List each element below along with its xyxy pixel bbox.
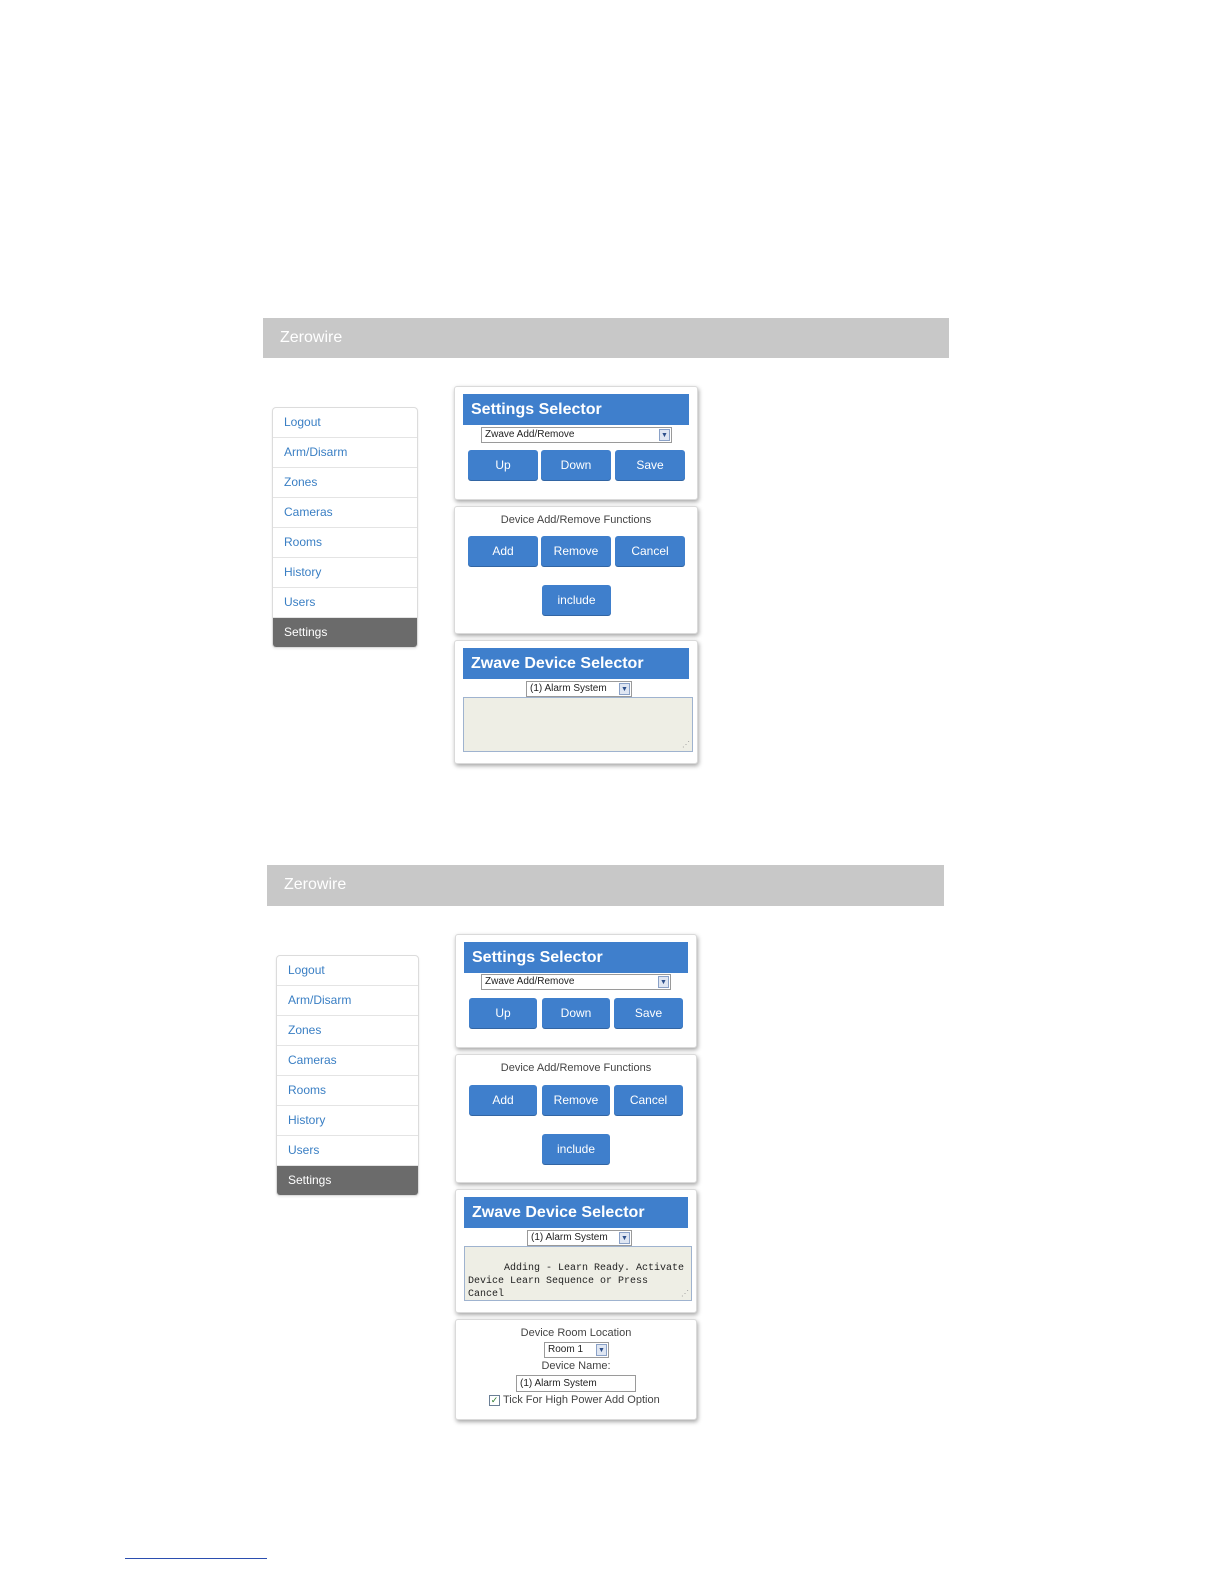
sidebar-item-rooms[interactable]: Rooms xyxy=(277,1076,418,1106)
device-details-panel: Device Room Location Room 1 ▼ Device Nam… xyxy=(455,1319,697,1420)
remove-button[interactable]: Remove xyxy=(542,1085,610,1116)
sidebar-item-users[interactable]: Users xyxy=(273,588,417,618)
settings-selector-title: Settings Selector xyxy=(464,942,688,973)
top-navbar: Zerowire xyxy=(267,865,944,906)
sidebar-item-cameras[interactable]: Cameras xyxy=(273,498,417,528)
brand-title[interactable]: Zerowire xyxy=(284,876,346,894)
device-name-input[interactable]: (1) Alarm System xyxy=(516,1375,636,1392)
sidebar-nav: Logout Arm/Disarm Zones Cameras Rooms Hi… xyxy=(272,407,418,648)
functions-title: Device Add/Remove Functions xyxy=(500,514,652,526)
device-name-label: Device Name: xyxy=(541,1360,611,1372)
brand-title[interactable]: Zerowire xyxy=(280,329,342,347)
sidebar-item-logout[interactable]: Logout xyxy=(273,408,417,438)
sidebar-nav: Logout Arm/Disarm Zones Cameras Rooms Hi… xyxy=(276,955,419,1196)
device-select[interactable]: (1) Alarm System ▼ xyxy=(526,681,632,697)
add-button[interactable]: Add xyxy=(468,536,538,567)
resize-grip-icon[interactable]: ⋰ xyxy=(681,1291,689,1299)
top-navbar: Zerowire xyxy=(263,318,949,358)
room-select-value: Room 1 xyxy=(548,1344,584,1355)
settings-select[interactable]: Zwave Add/Remove ▼ xyxy=(481,427,672,443)
device-log-text: Adding - Learn Ready. Activate Device Le… xyxy=(468,1263,685,1300)
settings-select-value: Zwave Add/Remove xyxy=(485,976,575,987)
settings-selector-panel: Settings Selector Zwave Add/Remove ▼ Up … xyxy=(454,386,698,500)
include-button[interactable]: include xyxy=(542,585,611,616)
sidebar-item-history[interactable]: History xyxy=(273,558,417,588)
chevron-down-icon[interactable]: ▼ xyxy=(658,976,669,988)
room-select[interactable]: Room 1 ▼ xyxy=(544,1342,609,1358)
add-button[interactable]: Add xyxy=(469,1085,537,1116)
chevron-down-icon[interactable]: ▼ xyxy=(596,1344,607,1356)
sidebar-item-rooms[interactable]: Rooms xyxy=(273,528,417,558)
device-log-textarea[interactable]: Adding - Learn Ready. Activate Device Le… xyxy=(464,1246,692,1301)
sidebar-item-zones[interactable]: Zones xyxy=(273,468,417,498)
remove-button[interactable]: Remove xyxy=(541,536,611,567)
down-button[interactable]: Down xyxy=(542,998,610,1029)
footnote-rule xyxy=(125,1558,267,1559)
device-name-value: (1) Alarm System xyxy=(520,1378,597,1389)
room-location-label: Device Room Location xyxy=(520,1327,632,1339)
sidebar-item-settings[interactable]: Settings xyxy=(273,618,417,647)
high-power-label: Tick For High Power Add Option xyxy=(503,1394,660,1406)
functions-title: Device Add/Remove Functions xyxy=(500,1062,652,1074)
save-button[interactable]: Save xyxy=(615,450,685,481)
up-button[interactable]: Up xyxy=(468,450,538,481)
chevron-down-icon[interactable]: ▼ xyxy=(659,429,670,441)
device-log-textarea[interactable]: ⋰ xyxy=(463,697,693,752)
high-power-checkbox[interactable]: ✓ xyxy=(489,1395,500,1406)
chevron-down-icon[interactable]: ▼ xyxy=(619,1232,630,1244)
settings-selector-title: Settings Selector xyxy=(463,394,689,425)
sidebar-item-arm-disarm[interactable]: Arm/Disarm xyxy=(273,438,417,468)
settings-selector-panel: Settings Selector Zwave Add/Remove ▼ Up … xyxy=(455,934,697,1048)
sidebar-item-arm-disarm[interactable]: Arm/Disarm xyxy=(277,986,418,1016)
device-selector-title: Zwave Device Selector xyxy=(464,1197,688,1228)
sidebar-item-cameras[interactable]: Cameras xyxy=(277,1046,418,1076)
device-selector-panel: Zwave Device Selector (1) Alarm System ▼… xyxy=(455,1189,697,1313)
down-button[interactable]: Down xyxy=(541,450,611,481)
resize-grip-icon[interactable]: ⋰ xyxy=(682,742,690,750)
include-button[interactable]: include xyxy=(542,1134,610,1165)
device-select-value: (1) Alarm System xyxy=(530,683,607,694)
device-select-value: (1) Alarm System xyxy=(531,1232,608,1243)
save-button[interactable]: Save xyxy=(614,998,683,1029)
sidebar-item-history[interactable]: History xyxy=(277,1106,418,1136)
settings-select[interactable]: Zwave Add/Remove ▼ xyxy=(481,974,671,990)
sidebar-item-settings[interactable]: Settings xyxy=(277,1166,418,1195)
functions-panel: Device Add/Remove Functions Add Remove C… xyxy=(454,506,698,634)
device-selector-panel: Zwave Device Selector (1) Alarm System ▼… xyxy=(454,640,698,764)
settings-select-value: Zwave Add/Remove xyxy=(485,429,575,440)
device-select[interactable]: (1) Alarm System ▼ xyxy=(527,1230,632,1246)
device-selector-title: Zwave Device Selector xyxy=(463,648,689,679)
cancel-button[interactable]: Cancel xyxy=(614,1085,683,1116)
up-button[interactable]: Up xyxy=(469,998,537,1029)
sidebar-item-logout[interactable]: Logout xyxy=(277,956,418,986)
sidebar-item-users[interactable]: Users xyxy=(277,1136,418,1166)
cancel-button[interactable]: Cancel xyxy=(615,536,685,567)
functions-panel: Device Add/Remove Functions Add Remove C… xyxy=(455,1054,697,1183)
chevron-down-icon[interactable]: ▼ xyxy=(619,683,630,695)
sidebar-item-zones[interactable]: Zones xyxy=(277,1016,418,1046)
